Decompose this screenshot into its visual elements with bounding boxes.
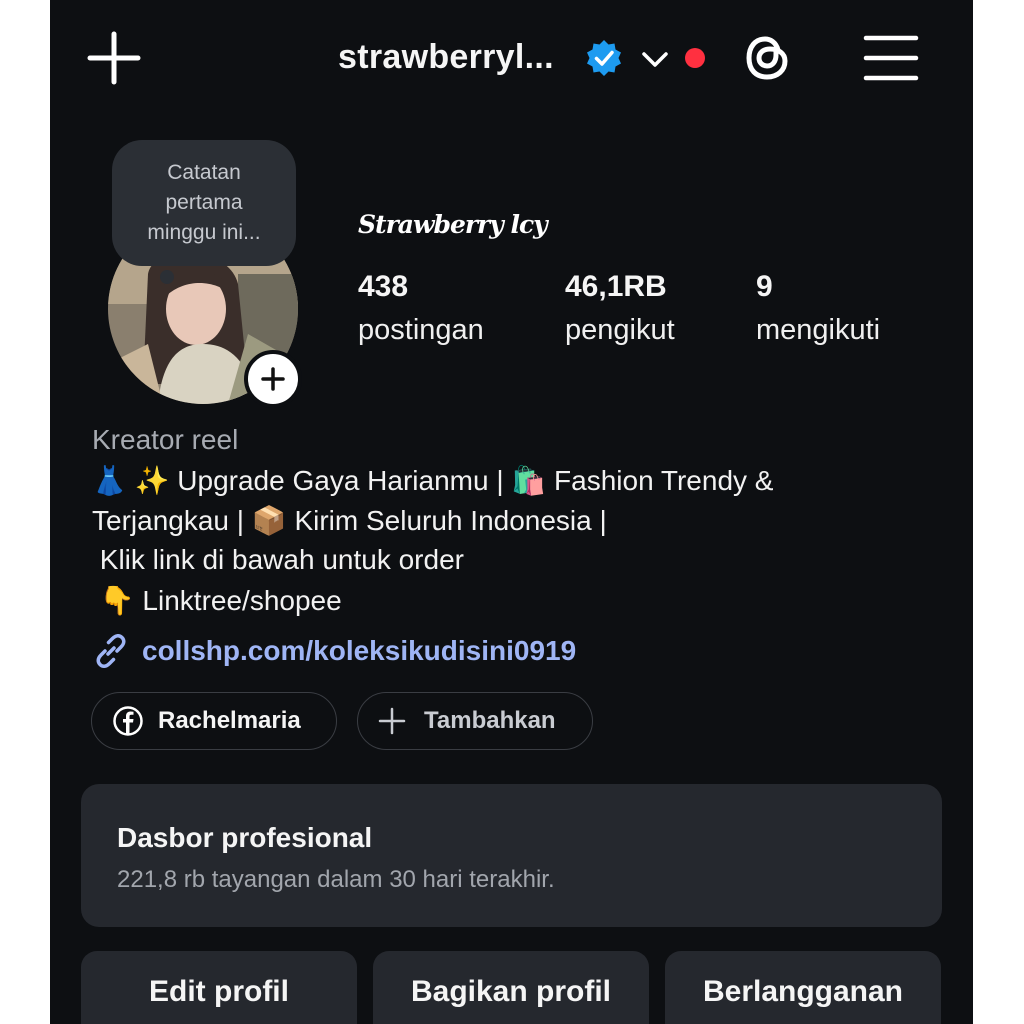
display-name: Strawberry lcy [358,210,548,239]
plus-icon[interactable] [86,30,142,86]
plus-icon [378,707,406,735]
following-stat[interactable]: 9 mengikuti [756,270,880,347]
share-profile-button[interactable]: Bagikan profil [373,951,649,1024]
add-story-button[interactable] [244,350,302,408]
posts-label: postingan [358,314,484,346]
note-bubble-tail [160,270,174,284]
username-title[interactable]: strawberryl... [338,38,554,77]
profile-category: Kreator reel [92,424,239,455]
bio-link[interactable]: collshp.com/koleksikudisini0919 [92,632,576,670]
bio-line: Klik link di bawah untuk order [92,544,464,575]
followers-count: 46,1RB [565,270,667,303]
note-bubble[interactable]: Catatan pertama minggu ini... [112,140,296,266]
dashboard-title: Dasbor profesional [117,822,373,853]
hamburger-menu-icon[interactable] [863,33,919,83]
notification-dot [685,48,705,68]
facebook-profile-chip[interactable]: Rachelmaria [91,692,337,750]
profile-screen: strawberryl... Catatan pertama minggu in… [50,0,973,1024]
note-text-line: minggu ini... [147,221,261,244]
facebook-chip-label: Rachelmaria [158,707,301,734]
posts-stat[interactable]: 438 postingan [358,270,484,347]
threads-icon[interactable] [738,28,796,88]
bio-line: Terjangkau | 📦 Kirim Seluruh Indonesia | [92,505,607,536]
bio-line: 👇 Linktree/shopee [92,585,342,616]
verified-badge-icon [587,40,621,76]
note-text-line: pertama [165,191,243,214]
add-link-chip[interactable]: Tambahkan [357,692,593,750]
plus-icon [261,367,285,391]
facebook-icon [113,706,143,736]
following-label: mengikuti [756,314,881,346]
add-chip-label: Tambahkan [424,707,556,734]
followers-stat[interactable]: 46,1RB pengikut [565,270,675,347]
following-count: 9 [756,270,773,303]
professional-dashboard-card[interactable]: Dasbor profesional 221,8 rb tayangan dal… [81,784,942,927]
link-icon [96,634,126,668]
followers-label: pengikut [565,314,675,346]
note-text-line: Catatan [167,161,241,184]
subscribe-button[interactable]: Berlangganan [665,951,941,1024]
posts-count: 438 [358,270,409,303]
chevron-down-icon[interactable] [640,44,670,74]
bio-line: 👗 ✨ Upgrade Gaya Harianmu | 🛍️ Fashion T… [92,465,774,496]
edit-profile-button[interactable]: Edit profil [81,951,357,1024]
bio-link-text[interactable]: collshp.com/koleksikudisini0919 [142,635,576,667]
dashboard-subtitle: 221,8 rb tayangan dalam 30 hari terakhir… [117,866,555,893]
